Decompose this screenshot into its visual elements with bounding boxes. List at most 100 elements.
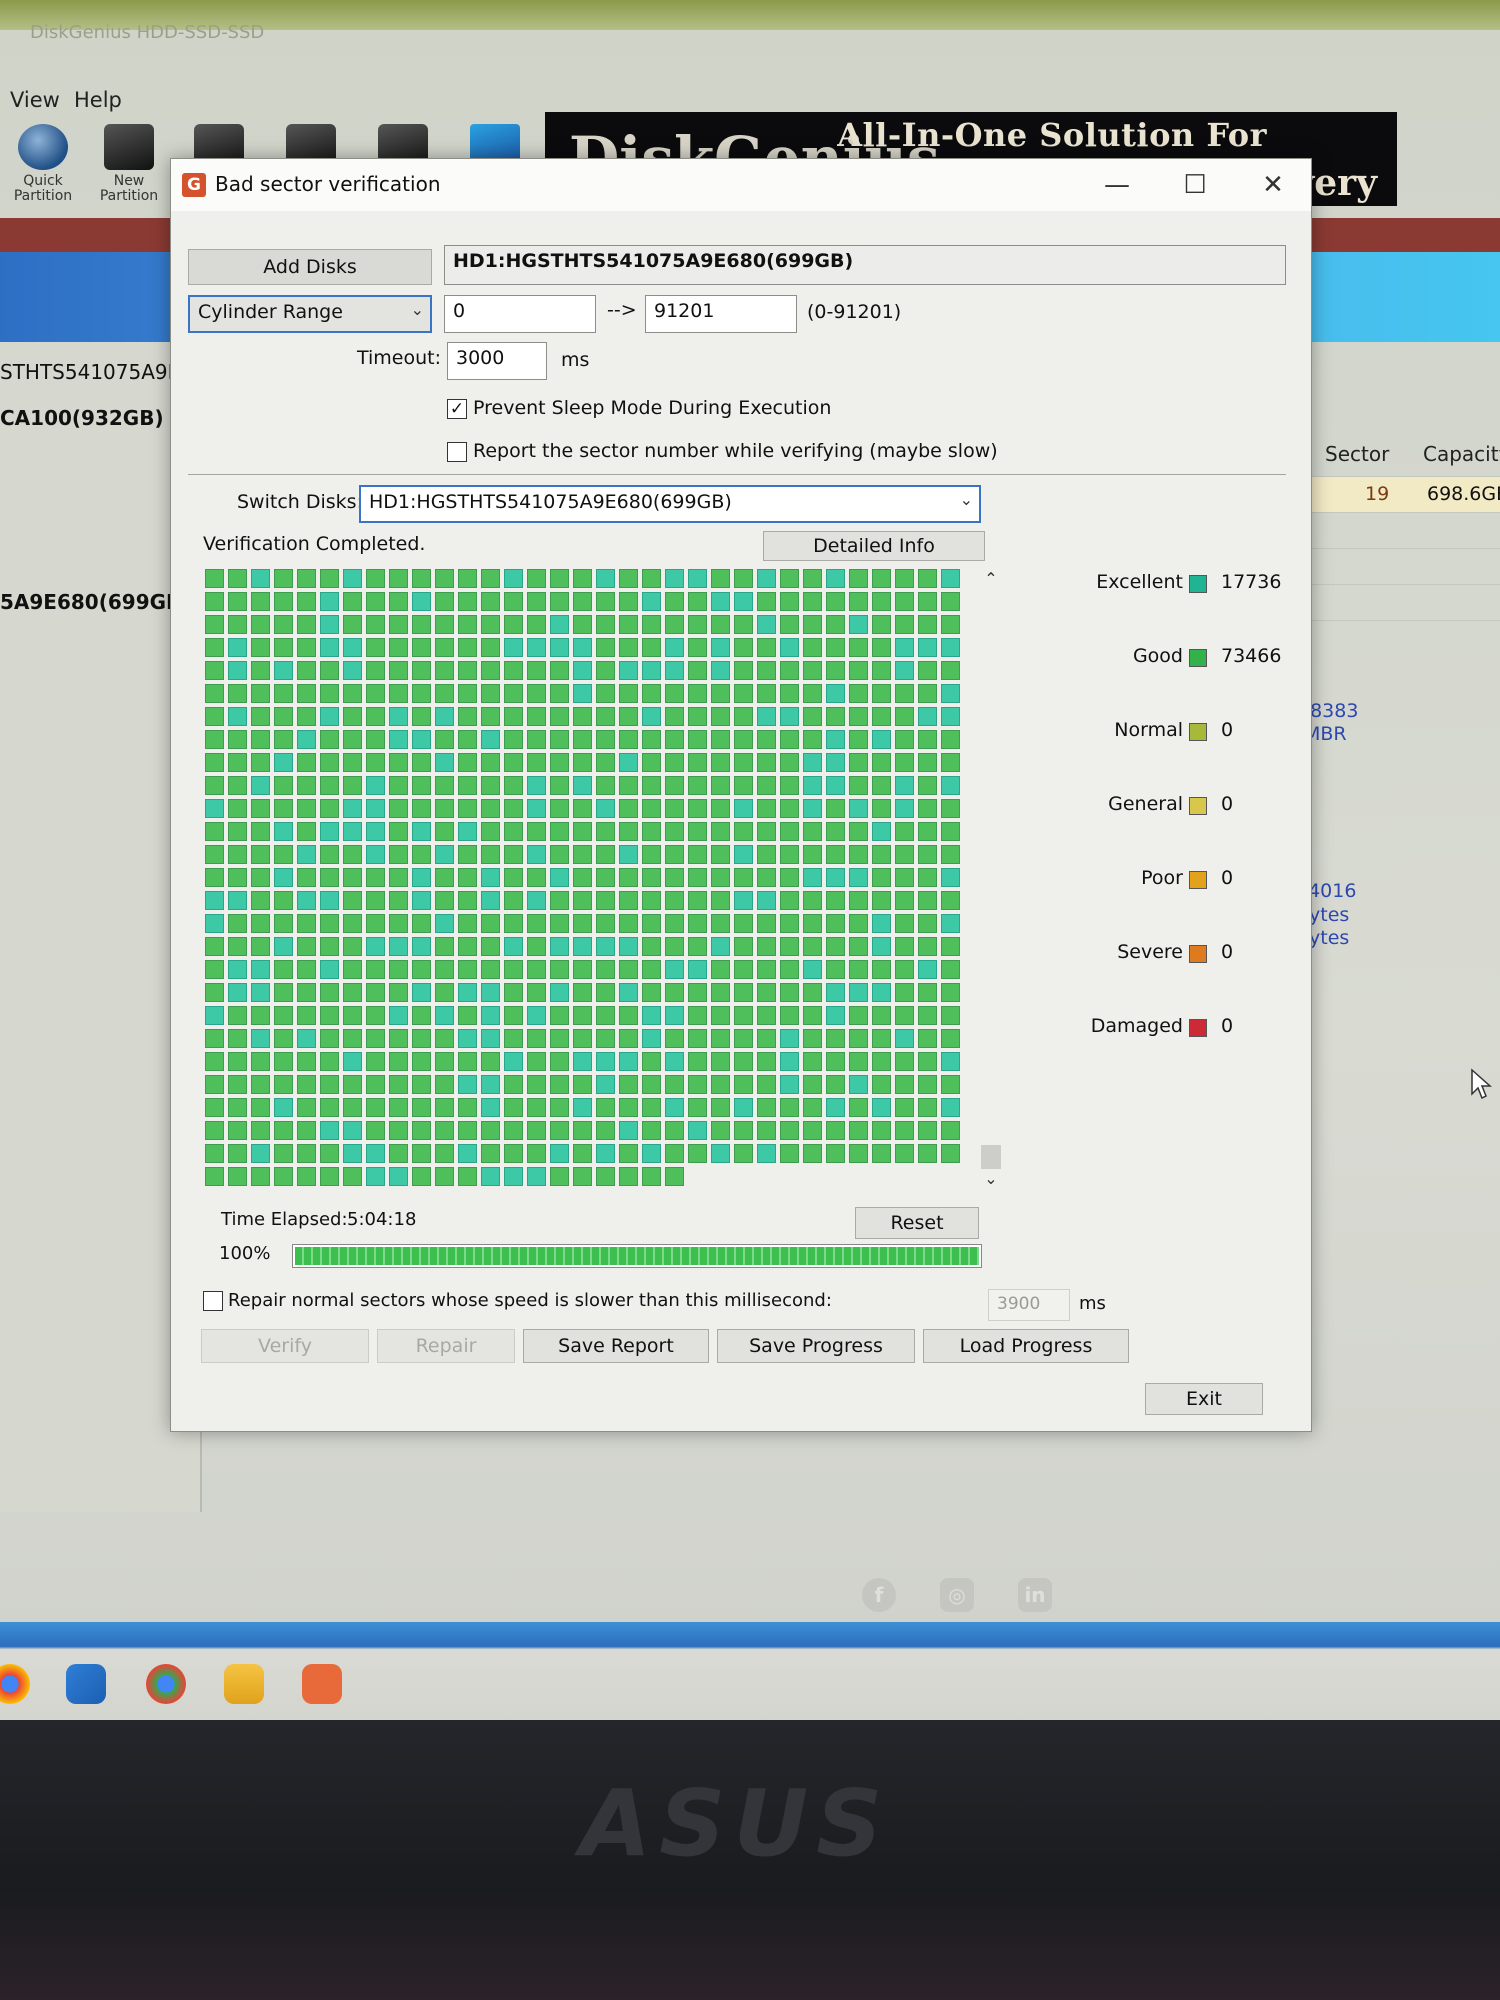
sector-cell[interactable] bbox=[297, 1075, 316, 1094]
sector-cell[interactable] bbox=[389, 753, 408, 772]
sector-cell[interactable] bbox=[458, 960, 477, 979]
sector-cell[interactable] bbox=[803, 1052, 822, 1071]
sector-cell[interactable] bbox=[918, 1006, 937, 1025]
sector-cell[interactable] bbox=[458, 638, 477, 657]
sector-cell[interactable] bbox=[435, 707, 454, 726]
sector-cell[interactable] bbox=[826, 960, 845, 979]
sector-cell[interactable] bbox=[366, 983, 385, 1002]
sector-cell[interactable] bbox=[596, 707, 615, 726]
sector-cell[interactable] bbox=[734, 937, 753, 956]
dialog-titlebar[interactable]: G Bad sector verification — ☐ ✕ bbox=[171, 159, 1311, 211]
sector-cell[interactable] bbox=[780, 776, 799, 795]
sector-cell[interactable] bbox=[481, 1144, 500, 1163]
sector-cell[interactable] bbox=[550, 592, 569, 611]
sector-cell[interactable] bbox=[688, 822, 707, 841]
sector-cell[interactable] bbox=[941, 960, 960, 979]
sector-cell[interactable] bbox=[504, 1144, 523, 1163]
sector-cell[interactable] bbox=[504, 868, 523, 887]
sector-cell[interactable] bbox=[458, 1075, 477, 1094]
sector-cell[interactable] bbox=[412, 1029, 431, 1048]
sector-cell[interactable] bbox=[274, 1167, 293, 1186]
sector-cell[interactable] bbox=[274, 1029, 293, 1048]
sector-cell[interactable] bbox=[780, 868, 799, 887]
sector-cell[interactable] bbox=[297, 1052, 316, 1071]
sector-cell[interactable] bbox=[320, 1167, 339, 1186]
file-explorer-icon[interactable] bbox=[224, 1664, 264, 1704]
sector-cell[interactable] bbox=[826, 937, 845, 956]
sector-cell[interactable] bbox=[665, 1029, 684, 1048]
sector-cell[interactable] bbox=[619, 707, 638, 726]
sector-cell[interactable] bbox=[780, 661, 799, 680]
sector-cell[interactable] bbox=[251, 891, 270, 910]
sector-cell[interactable] bbox=[619, 868, 638, 887]
sector-cell[interactable] bbox=[757, 730, 776, 749]
sector-cell[interactable] bbox=[596, 1029, 615, 1048]
sector-cell[interactable] bbox=[297, 868, 316, 887]
sector-cell[interactable] bbox=[504, 891, 523, 910]
sector-cell[interactable] bbox=[389, 1006, 408, 1025]
sector-cell[interactable] bbox=[941, 615, 960, 634]
sector-cell[interactable] bbox=[803, 1121, 822, 1140]
range-mode-select[interactable]: Cylinder Range ⌄ bbox=[188, 295, 432, 333]
sector-cell[interactable] bbox=[205, 960, 224, 979]
sector-cell[interactable] bbox=[366, 1144, 385, 1163]
sector-cell[interactable] bbox=[297, 730, 316, 749]
sector-cell[interactable] bbox=[320, 1075, 339, 1094]
sector-cell[interactable] bbox=[734, 707, 753, 726]
sector-cell[interactable] bbox=[251, 1006, 270, 1025]
sector-cell[interactable] bbox=[596, 822, 615, 841]
sector-cell[interactable] bbox=[642, 983, 661, 1002]
sector-cell[interactable] bbox=[941, 937, 960, 956]
sector-cell[interactable] bbox=[872, 960, 891, 979]
sector-cell[interactable] bbox=[803, 868, 822, 887]
sector-cell[interactable] bbox=[228, 1144, 247, 1163]
sector-cell[interactable] bbox=[803, 960, 822, 979]
sector-cell[interactable] bbox=[228, 914, 247, 933]
sector-cell[interactable] bbox=[826, 684, 845, 703]
sector-cell[interactable] bbox=[320, 914, 339, 933]
sector-cell[interactable] bbox=[205, 661, 224, 680]
sector-cell[interactable] bbox=[872, 661, 891, 680]
sector-cell[interactable] bbox=[297, 776, 316, 795]
sector-cell[interactable] bbox=[366, 891, 385, 910]
sector-cell[interactable] bbox=[389, 891, 408, 910]
sector-cell[interactable] bbox=[297, 914, 316, 933]
sector-cell[interactable] bbox=[389, 799, 408, 818]
sector-cell[interactable] bbox=[619, 799, 638, 818]
sector-cell[interactable] bbox=[251, 1075, 270, 1094]
sector-cell[interactable] bbox=[366, 1052, 385, 1071]
sector-cell[interactable] bbox=[458, 799, 477, 818]
sector-cell[interactable] bbox=[826, 592, 845, 611]
sector-cell[interactable] bbox=[642, 891, 661, 910]
sector-cell[interactable] bbox=[596, 960, 615, 979]
sector-cell[interactable] bbox=[320, 730, 339, 749]
sector-cell[interactable] bbox=[665, 592, 684, 611]
sector-cell[interactable] bbox=[619, 615, 638, 634]
sector-cell[interactable] bbox=[872, 868, 891, 887]
sector-cell[interactable] bbox=[849, 776, 868, 795]
sector-cell[interactable] bbox=[642, 799, 661, 818]
sector-cell[interactable] bbox=[872, 776, 891, 795]
sector-cell[interactable] bbox=[550, 1167, 569, 1186]
sector-cell[interactable] bbox=[803, 822, 822, 841]
sector-cell[interactable] bbox=[573, 638, 592, 657]
sector-cell[interactable] bbox=[297, 891, 316, 910]
sector-cell[interactable] bbox=[412, 776, 431, 795]
sector-cell[interactable] bbox=[274, 799, 293, 818]
sector-cell[interactable] bbox=[527, 868, 546, 887]
sector-cell[interactable] bbox=[504, 569, 523, 588]
sector-cell[interactable] bbox=[665, 1052, 684, 1071]
sector-cell[interactable] bbox=[895, 753, 914, 772]
sector-cell[interactable] bbox=[366, 868, 385, 887]
sector-cell[interactable] bbox=[780, 569, 799, 588]
sector-cell[interactable] bbox=[596, 1052, 615, 1071]
sector-cell[interactable] bbox=[366, 592, 385, 611]
sector-cell[interactable] bbox=[274, 707, 293, 726]
sector-cell[interactable] bbox=[274, 1006, 293, 1025]
sector-cell[interactable] bbox=[872, 638, 891, 657]
sector-cell[interactable] bbox=[412, 983, 431, 1002]
repair-button[interactable]: Repair bbox=[377, 1329, 515, 1363]
sector-cell[interactable] bbox=[205, 1167, 224, 1186]
sector-cell[interactable] bbox=[711, 1029, 730, 1048]
sector-cell[interactable] bbox=[297, 1098, 316, 1117]
